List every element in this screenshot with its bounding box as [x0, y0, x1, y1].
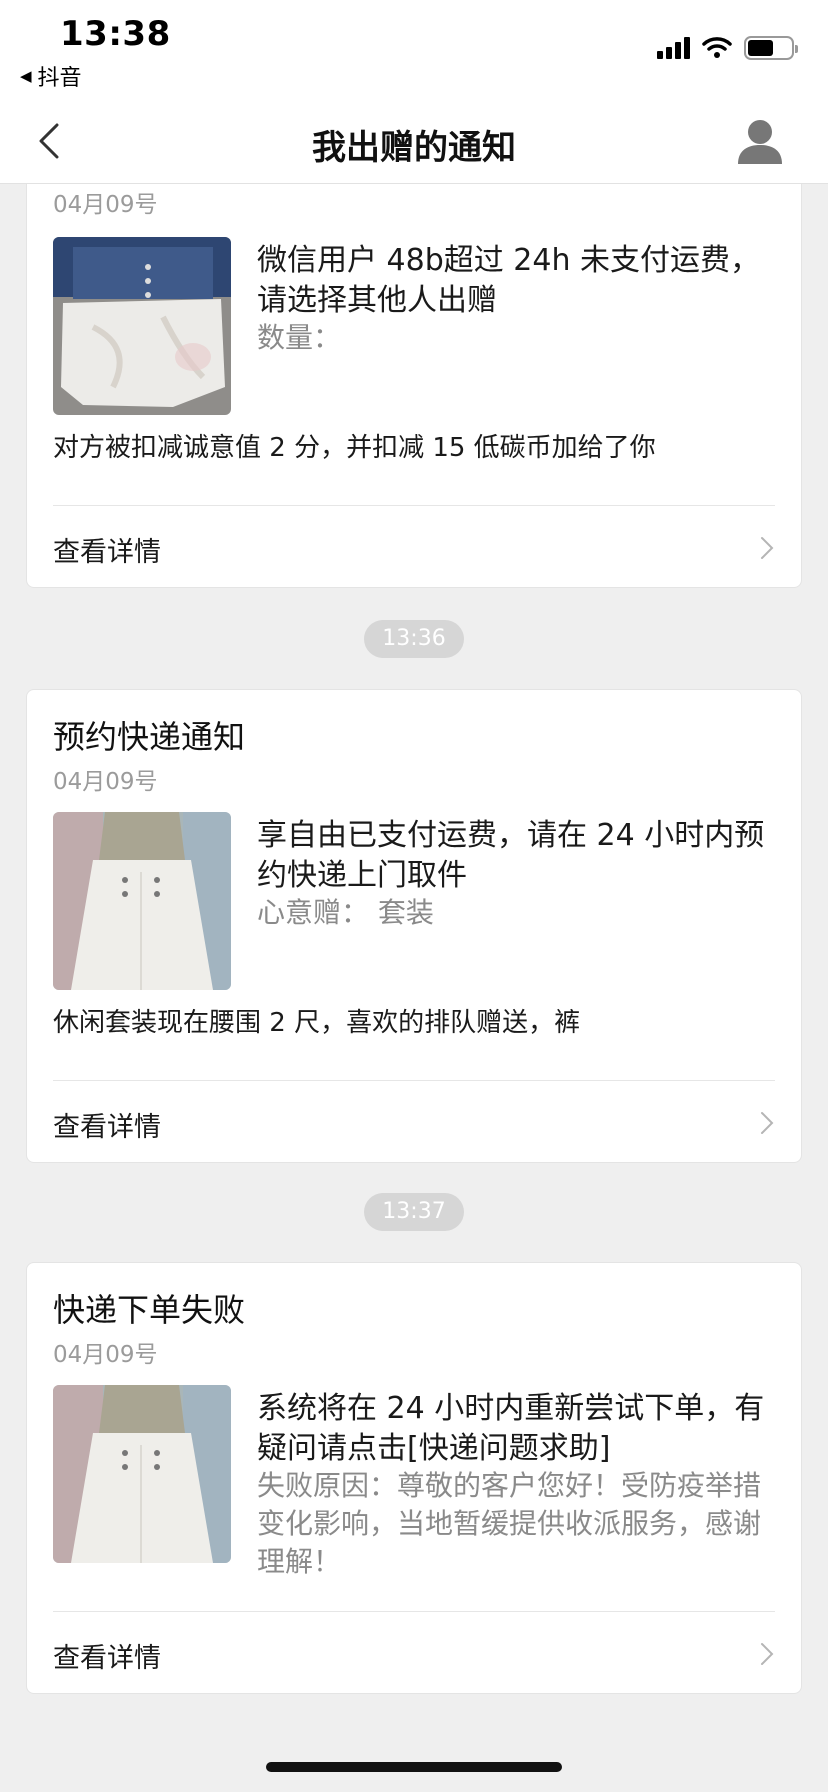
notification-quantity: 数量：: [257, 321, 342, 354]
item-thumbnail[interactable]: [53, 812, 231, 990]
chevron-right-icon: [761, 1643, 774, 1665]
view-details-label: 查看详情: [53, 1643, 161, 1674]
notification-gift-type: 心意赠： 套装: [257, 896, 434, 929]
view-details-button[interactable]: 查看详情: [27, 1081, 801, 1165]
card-date: 04月09号: [53, 192, 158, 218]
cellular-signal-icon: [657, 37, 690, 59]
notification-message: 微信用户 48b超过 24h 未支付运费，请选择其他人出赠: [257, 243, 761, 318]
home-indicator[interactable]: [266, 1762, 562, 1772]
notification-card: 04月09号 微信用户 48b超过 24h 未支付运费，请选择其他人出赠 数量：…: [26, 184, 802, 588]
view-details-button[interactable]: 查看详情: [27, 506, 801, 590]
user-icon: [738, 120, 782, 164]
notification-message: 系统将在 24 小时内重新尝试下单，有疑问请点击[快递问题求助]: [257, 1391, 765, 1466]
card-date: 04月09号: [53, 769, 158, 795]
time-divider: 13:36: [364, 620, 464, 658]
page-title: 我出赠的通知: [312, 128, 516, 168]
item-thumbnail[interactable]: [53, 237, 231, 415]
user-button[interactable]: [732, 114, 788, 170]
status-icons: [657, 36, 798, 60]
wifi-icon: [702, 37, 732, 58]
back-app-label: 抖音: [37, 66, 82, 91]
battery-icon: [744, 36, 798, 60]
notification-note: 休闲套装现在腰围 2 尺，喜欢的排队赠送，裤: [53, 1008, 581, 1038]
chevron-right-icon: [761, 1112, 774, 1134]
failure-reason: 失败原因：尊敬的客户您好！受防疫举措变化影响，当地暂缓提供收派服务，感谢理解！: [257, 1469, 762, 1578]
outfit-set-image: [53, 812, 231, 990]
nav-bar: 我出赠的通知: [0, 100, 828, 184]
notification-card: 快递下单失败 04月09号 系统将在 24 小时内重新尝试下单，有疑问请点击[快…: [26, 1262, 802, 1694]
status-bar: 13:38 ◀ 抖音: [0, 0, 828, 100]
card-title: 快递下单失败: [53, 1291, 246, 1329]
view-details-button[interactable]: 查看详情: [27, 1612, 801, 1696]
view-details-label: 查看详情: [53, 537, 161, 568]
chevron-right-icon: [761, 537, 774, 559]
time-divider: 13:37: [364, 1193, 464, 1231]
back-to-app-link[interactable]: ◀ 抖音: [20, 60, 82, 92]
card-date: 04月09号: [53, 1342, 158, 1368]
view-details-label: 查看详情: [53, 1112, 161, 1143]
notification-note: 对方被扣减诚意值 2 分，并扣减 15 低碳币加给了你: [53, 433, 656, 463]
back-triangle-icon: ◀: [20, 67, 32, 85]
outfit-set-image: [53, 1385, 231, 1563]
denim-top-image: [53, 237, 231, 415]
notification-message: 享自由已支付运费，请在 24 小时内预约快递上门取件: [257, 818, 765, 893]
notification-list[interactable]: 04月09号 微信用户 48b超过 24h 未支付运费，请选择其他人出赠 数量：…: [0, 184, 828, 1792]
notification-card: 预约快递通知 04月09号 享自由已支付运费，请在 24 小时内预约快递上门取件…: [26, 689, 802, 1163]
status-time: 13:38: [60, 14, 171, 54]
item-thumbnail[interactable]: [53, 1385, 231, 1563]
card-title: 预约快递通知: [53, 718, 246, 756]
battery-level: [748, 40, 774, 56]
